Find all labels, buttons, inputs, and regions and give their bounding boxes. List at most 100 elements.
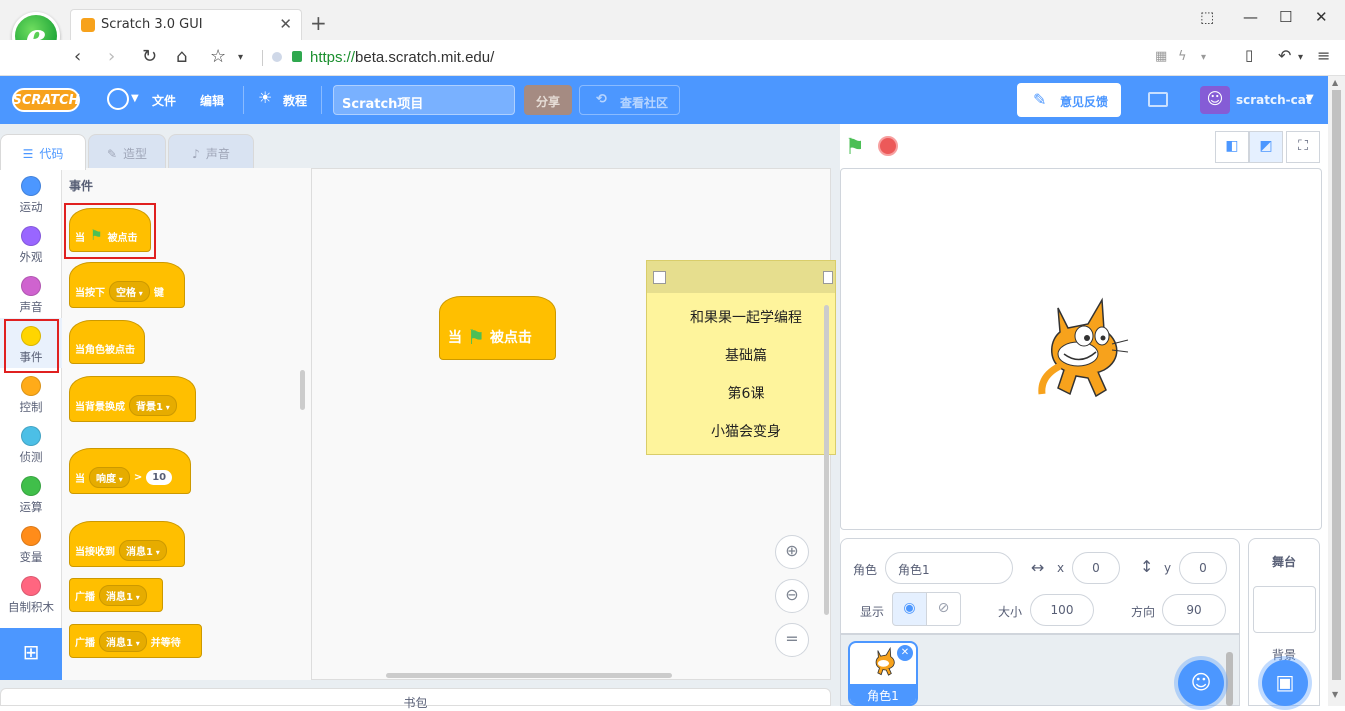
show-sprite-eye-icon[interactable]: ◉ [892,592,927,626]
y-arrow-icon: ↕ [1140,557,1154,576]
block-broadcast-and-wait[interactable]: 广播消息1并等待 [69,624,202,658]
browser-menu-icon[interactable]: ≡ [1317,46,1330,65]
page-scrollbar-thumb[interactable] [1332,90,1341,680]
menu-tutorials[interactable]: 教程 [283,92,307,109]
block-when-receive[interactable]: 当接收到 消息1 [69,521,185,567]
size-input[interactable]: 100 [1030,594,1094,626]
new-tab-button[interactable]: + [310,11,327,35]
hide-sprite-eye-icon[interactable]: ⊘ [926,592,961,626]
url-field[interactable]: https://beta.scratch.mit.edu/ [310,49,494,66]
threshold-input[interactable]: 10 [146,469,173,485]
direction-input[interactable]: 90 [1162,594,1226,626]
sprite-label: 角色 [853,563,878,577]
menu-file[interactable]: 文件 [152,92,176,109]
y-input[interactable]: 0 [1179,552,1227,584]
bookmark-caret-icon[interactable]: ▾ [238,52,243,63]
account-caret-icon[interactable]: ▼ [1306,93,1314,104]
block-when-key-pressed[interactable]: 当按下空格键 [69,262,185,308]
backpack[interactable]: 书包 [0,688,831,710]
bookmark-star-icon[interactable]: ☆ [210,46,226,67]
address-bar: ‹ › ↻ ⌂ ☆ ▾ https://beta.scratch.mit.edu… [0,40,1345,76]
sprite-name-input[interactable]: 角色1 [885,552,1013,584]
browser-tab[interactable]: Scratch 3.0 GUI ✕ [70,9,302,40]
window-close-icon[interactable]: ✕ [1315,8,1328,26]
stage-thumbnail[interactable] [1253,586,1316,633]
site-info-icon[interactable] [272,52,282,62]
workspace-vertical-scrollbar[interactable] [824,305,829,615]
tab-costumes[interactable]: ✎ 造型 [88,134,166,169]
mobile-icon[interactable]: ▯ [1245,46,1253,64]
comment-note[interactable]: 和果果一起学编程 基础篇 第6课 小猫会变身 [646,260,836,455]
tab-sounds[interactable]: ♪ 声音 [168,134,254,169]
workspace-horizontal-scrollbar[interactable] [386,673,672,678]
menu-edit[interactable]: 编辑 [200,92,224,109]
category-looks-dot [21,226,41,246]
feedback-button[interactable]: ✎ 意见反馈 [1017,83,1121,117]
undo-caret-icon[interactable]: ▾ [1298,52,1303,63]
category-sensing[interactable]: 侦测 [0,418,62,468]
category-control[interactable]: 控制 [0,368,62,418]
delete-sprite-icon[interactable]: ✕ [897,645,913,661]
tab-close-icon[interactable]: ✕ [279,15,292,33]
username[interactable]: scratch-cat [1236,93,1312,107]
category-variables[interactable]: 变量 [0,518,62,568]
loudness-dropdown[interactable]: 响度 [89,466,130,488]
category-motion[interactable]: 运动 [0,168,62,218]
undo-close-icon[interactable]: ↶ [1278,46,1291,65]
my-stuff-folder-icon[interactable] [1148,92,1168,107]
category-sound[interactable]: 声音 [0,268,62,318]
x-input[interactable]: 0 [1072,552,1120,584]
category-looks[interactable]: 外观 [0,218,62,268]
forward-icon[interactable]: › [108,46,115,67]
skin-icon[interactable]: ⬚ [1200,8,1214,26]
sprite-list-scrollbar[interactable] [1226,652,1233,706]
green-flag-button[interactable]: ⚑ [845,135,865,160]
normal-stage-button[interactable]: ◩ [1249,131,1283,163]
category-operators[interactable]: 运算 [0,468,62,518]
message-dropdown[interactable]: 消息1 [119,539,167,561]
minimize-icon[interactable]: — [1243,8,1258,26]
lightning-icon[interactable]: ϟ [1178,49,1187,64]
zoom-out-button[interactable]: ⊖ [775,579,809,613]
project-title-input[interactable]: Scratch项目 [333,85,515,115]
broadcast-dropdown[interactable]: 消息1 [99,584,147,606]
lightning-caret-icon[interactable]: ▾ [1201,52,1206,63]
add-extension-button[interactable]: ⊞ [0,628,62,680]
scroll-down-icon[interactable]: ▼ [1332,690,1338,699]
block-broadcast[interactable]: 广播 消息1 [69,578,163,612]
category-my-blocks[interactable]: 自制积木 [0,568,62,618]
choose-sprite-button[interactable]: ☺ [1178,660,1224,706]
category-sound-dot [21,276,41,296]
zoom-reset-button[interactable]: = [775,623,809,657]
back-icon[interactable]: ‹ [74,46,81,67]
qr-icon[interactable]: ▦ [1155,49,1167,64]
share-button[interactable]: 分享 [524,85,572,115]
palette-scrollbar[interactable] [300,370,305,410]
maximize-icon[interactable]: ☐ [1279,8,1292,26]
choose-backdrop-button[interactable]: ▣ [1262,660,1308,706]
block-when-backdrop-switches[interactable]: 当背景换成 背景1 [69,376,196,422]
broadcast-wait-dropdown[interactable]: 消息1 [99,630,147,652]
home-icon[interactable]: ⌂ [176,46,187,67]
lightbulb-icon[interactable]: ☀ [258,88,272,107]
see-community-button[interactable]: ⟲ 查看社区 [579,85,680,115]
stop-button[interactable] [878,136,898,156]
tab-code[interactable]: ☰ 代码 [0,134,86,170]
category-my-blocks-dot [21,576,41,596]
block-when-greater-than[interactable]: 当响度>10 [69,448,191,494]
small-stage-button[interactable]: ◧ [1215,131,1249,163]
scratch-logo[interactable]: SCRATCH [12,88,80,112]
language-globe-icon[interactable] [107,88,129,110]
key-dropdown[interactable]: 空格 [109,280,150,302]
language-caret-icon[interactable]: ▼ [131,93,139,104]
reload-icon[interactable]: ↻ [142,46,157,67]
scroll-up-icon[interactable]: ▲ [1332,78,1338,87]
fullscreen-button[interactable]: ⛶ [1286,131,1320,163]
zoom-in-button[interactable]: ⊕ [775,535,809,569]
scratch-cat-sprite[interactable] [1030,296,1130,402]
user-avatar[interactable]: ☺ [1200,86,1230,114]
workspace-when-flag-clicked[interactable]: 当 ⚑ 被点击 [439,296,556,360]
block-when-sprite-clicked[interactable]: 当角色被点击 [69,320,145,364]
backdrop-dropdown[interactable]: 背景1 [129,394,177,416]
note-header[interactable] [647,261,835,293]
